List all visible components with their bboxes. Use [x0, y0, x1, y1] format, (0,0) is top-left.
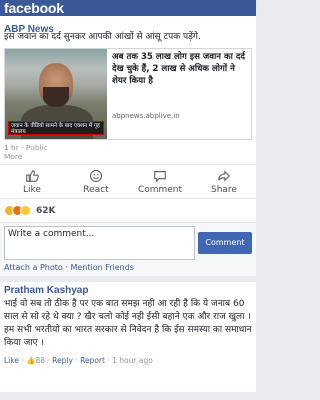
- comment-reply-link[interactable]: Reply: [52, 356, 73, 365]
- share-arrow-icon: [218, 170, 231, 182]
- post-meta: 1 hr · Public More: [0, 140, 256, 164]
- share-label: Share: [211, 185, 237, 195]
- comment-composer: Write a comment... Comment: [0, 222, 256, 262]
- top-bar: facebook: [0, 0, 256, 16]
- post-time[interactable]: 1 hr: [4, 143, 19, 152]
- comment-input[interactable]: Write a comment...: [4, 225, 195, 260]
- share-button[interactable]: Share: [194, 169, 254, 198]
- reaction-count: 62K: [36, 205, 56, 216]
- attach-photo-link[interactable]: Attach a Photo: [4, 263, 63, 272]
- news-post: ABP News इस जवान का दर्द सुनकर आपकी आंखो…: [0, 16, 256, 276]
- link-domain: abpnews.abplive.in: [112, 112, 180, 120]
- privacy-label: Public: [25, 143, 48, 152]
- smiley-icon: [89, 169, 103, 183]
- comment-label: Comment: [137, 185, 183, 195]
- comment-like-count: 88: [35, 356, 45, 365]
- mention-friends-link[interactable]: Mention Friends: [70, 263, 134, 272]
- like-label: Like: [23, 185, 41, 195]
- post-text: इस जवान का दर्द सुनकर आपकी आंखों से आंसू…: [4, 32, 201, 42]
- comment-report-link[interactable]: Report: [80, 356, 105, 365]
- more-link[interactable]: More: [4, 152, 252, 161]
- comment-submit-button[interactable]: Comment: [198, 231, 252, 254]
- speech-bubble-icon: [154, 171, 166, 183]
- thumbnail-caption: जवान के वीडियो सामने के बाद एक्शन में गृ…: [8, 121, 104, 135]
- comment-button[interactable]: Comment: [130, 169, 190, 198]
- facebook-logo[interactable]: facebook: [4, 1, 64, 16]
- comment-author[interactable]: Pratham Kashyap: [4, 285, 252, 296]
- action-bar: Like React Comment Share: [0, 164, 256, 198]
- thumbs-up-icon: [26, 170, 39, 182]
- link-title: अब तक 35 लाख लोग इस जवान का दर्द देख चुक…: [112, 52, 245, 86]
- sad-icon: [20, 205, 31, 216]
- react-button[interactable]: React: [66, 169, 126, 198]
- composer-links: Attach a Photo · Mention Friends: [0, 262, 256, 276]
- reaction-summary[interactable]: 62K: [0, 198, 256, 222]
- comment-text: भाई वो सब तो ठीक है पर एक बात समझ नही आ …: [4, 299, 252, 348]
- separator-dot: ·: [65, 263, 68, 272]
- link-thumbnail: जवान के वीडियो सामने के बाद एक्शन में गृ…: [5, 49, 107, 139]
- comment-time: 1 hour ago: [112, 356, 153, 365]
- react-label: React: [83, 185, 109, 195]
- comment-meta: Like · 👍88 · Reply · Report · 1 hour ago: [4, 356, 153, 365]
- link-preview-card[interactable]: जवान के वीडियो सामने के बाद एक्शन में गृ…: [4, 48, 252, 140]
- comment-like-link[interactable]: Like: [4, 356, 19, 365]
- comment-item: Pratham Kashyap भाई वो सब तो ठीक है पर ए…: [0, 282, 256, 392]
- like-button[interactable]: Like: [2, 169, 62, 198]
